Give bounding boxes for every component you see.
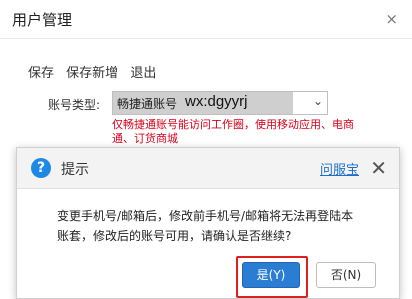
confirm-dialog: ? 提示 问服宝 ✕ 变更手机号/邮箱后，修改前手机号/邮箱将无法再登陆本账套，…	[16, 147, 400, 299]
account-type-label: 账号类型:	[48, 98, 101, 112]
dialog-close-icon[interactable]: ✕	[370, 156, 387, 180]
window-close-icon[interactable]: ×	[385, 10, 398, 28]
dialog-message: 变更手机号/邮箱后，修改前手机号/邮箱将无法再登陆本账套，修改后的账号可用，请确…	[57, 209, 354, 243]
account-type-value: 畅捷通账号	[117, 97, 178, 111]
save-new-button[interactable]: 保存新增	[66, 66, 118, 81]
save-button[interactable]: 保存	[28, 66, 54, 81]
account-type-hint: 仅畅捷通账号能访问工作圈，使用移动应用、电商通、订货商城	[112, 118, 354, 145]
dialog-title: 提示	[61, 162, 89, 178]
yes-button[interactable]: 是(Y)	[242, 262, 300, 288]
no-button[interactable]: 否(N)	[316, 262, 376, 288]
exit-button[interactable]: 退出	[130, 66, 156, 81]
watermark-overlay-text: wx:dgyyrj	[185, 93, 248, 110]
chevron-down-icon[interactable]: ⌄	[313, 94, 323, 108]
help-service-link[interactable]: 问服宝	[320, 159, 359, 178]
account-type-select[interactable]: 畅捷通账号 wx:dgyyrj ⌄	[112, 91, 328, 115]
window-title: 用户管理	[12, 11, 73, 29]
window-header: 用户管理 ×	[0, 0, 412, 39]
question-icon: ?	[31, 158, 51, 178]
dialog-header: ? 提示 问服宝 ✕	[17, 148, 399, 189]
toolbar: 保存 保存新增 退出	[28, 62, 164, 81]
